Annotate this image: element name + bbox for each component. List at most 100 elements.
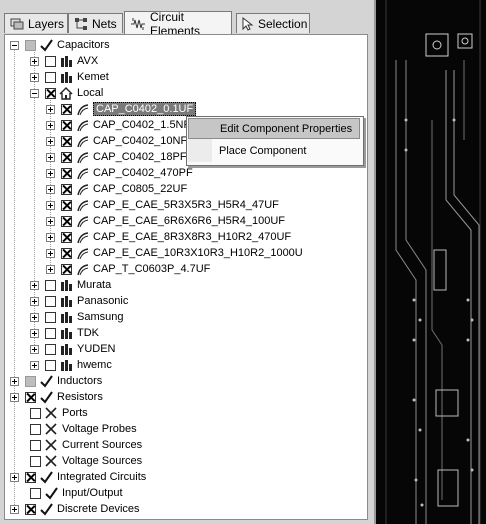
category-checkbox[interactable] <box>25 471 36 483</box>
collapse-toggle[interactable] <box>30 88 39 98</box>
vendor-checkbox[interactable] <box>45 311 56 323</box>
tree-item-inductors[interactable]: Inductors <box>10 373 102 389</box>
pcb-layout-canvas[interactable] <box>374 0 486 524</box>
tree-item-cap[interactable]: CAP_E_CAE_6R6X6R6_H5R4_100UF <box>46 213 285 229</box>
expand-toggle[interactable] <box>30 328 39 338</box>
tree-item-ports[interactable]: Ports <box>24 405 88 421</box>
component-checkbox[interactable] <box>61 215 72 227</box>
local-checkbox[interactable] <box>45 87 56 99</box>
library-icon <box>59 358 73 372</box>
vendor-checkbox[interactable] <box>45 343 56 355</box>
tree-item-discrete-devices[interactable]: Discrete Devices <box>10 501 140 517</box>
library-icon <box>59 310 73 324</box>
vendor-checkbox[interactable] <box>45 295 56 307</box>
expand-toggle[interactable] <box>46 216 55 226</box>
tree-item-cap[interactable]: CAP_E_CAE_5R3X5R3_H5R4_47UF <box>46 197 279 213</box>
component-checkbox[interactable] <box>61 263 72 275</box>
expand-toggle[interactable] <box>30 360 39 370</box>
tree-item-voltage-sources[interactable]: Voltage Sources <box>24 453 142 469</box>
expand-toggle[interactable] <box>30 56 39 66</box>
category-checkbox[interactable] <box>30 423 41 435</box>
expand-toggle[interactable] <box>46 200 55 210</box>
tab-layers[interactable]: Layers <box>4 13 68 33</box>
expand-toggle[interactable] <box>46 248 55 258</box>
category-checkbox[interactable] <box>25 503 36 515</box>
expand-toggle[interactable] <box>46 232 55 242</box>
tree-item-voltage-probes[interactable]: Voltage Probes <box>24 421 137 437</box>
component-checkbox[interactable] <box>61 135 72 147</box>
tree-item-panasonic[interactable]: Panasonic <box>30 293 128 309</box>
component-checkbox[interactable] <box>61 167 72 179</box>
tree-item-label: Panasonic <box>77 295 129 307</box>
tree-item-cap[interactable]: CAP_C0402_470PF <box>46 165 193 181</box>
menu-item-place-component[interactable]: Place Component <box>188 140 360 161</box>
tree-item-label: CAP_E_CAE_10R3X10R3_H10R2_1000U <box>93 247 303 259</box>
tree-item-capacitors[interactable]: Capacitors <box>10 37 110 53</box>
category-checkbox[interactable] <box>30 407 41 419</box>
expand-toggle[interactable] <box>30 344 39 354</box>
category-checkbox[interactable] <box>30 439 41 451</box>
tab-nets[interactable]: Nets <box>68 13 123 33</box>
vendor-checkbox[interactable] <box>45 279 56 291</box>
tree-item-cap[interactable]: CAP_C0402_1.5NF <box>46 117 190 133</box>
menu-item-edit-component-properties[interactable]: Edit Component Properties <box>188 118 360 139</box>
expand-toggle[interactable] <box>46 136 55 146</box>
expand-toggle[interactable] <box>10 376 19 386</box>
expand-toggle[interactable] <box>10 504 19 514</box>
expand-toggle[interactable] <box>46 152 55 162</box>
tree-item-cap[interactable]: CAP_T_C0603P_4.7UF <box>46 261 210 277</box>
tree-item-samsung[interactable]: Samsung <box>30 309 123 325</box>
expand-toggle[interactable] <box>46 264 55 274</box>
cross-icon <box>44 406 58 420</box>
tree-item-hwemc[interactable]: hwemc <box>30 357 112 373</box>
tree-item-cap[interactable]: CAP_E_CAE_8R3X8R3_H10R2_470UF <box>46 229 291 245</box>
category-checkbox[interactable] <box>30 487 41 499</box>
tree-item-cap[interactable]: CAP_E_CAE_10R3X10R3_H10R2_1000U <box>46 245 303 261</box>
component-checkbox[interactable] <box>61 247 72 259</box>
tab-selection[interactable]: Selection <box>236 13 310 33</box>
tree-item-kemet[interactable]: Kemet <box>30 69 109 85</box>
tree-item-input-output[interactable]: Input/Output <box>24 485 123 501</box>
expand-toggle[interactable] <box>46 120 55 130</box>
tree-item-cap[interactable]: CAP_C0402_10NF <box>46 133 187 149</box>
component-checkbox[interactable] <box>61 199 72 211</box>
collapse-toggle[interactable] <box>10 40 19 50</box>
tree-item-yuden[interactable]: YUDEN <box>30 341 116 357</box>
expand-toggle[interactable] <box>30 312 39 322</box>
expand-toggle[interactable] <box>46 184 55 194</box>
component-tree[interactable]: Capacitors AVX Kemet Local CAP_C0402_0.1… <box>4 34 368 520</box>
tree-item-avx[interactable]: AVX <box>30 53 98 69</box>
avx-checkbox[interactable] <box>45 55 56 67</box>
check-icon <box>39 502 53 516</box>
component-checkbox[interactable] <box>61 183 72 195</box>
component-checkbox[interactable] <box>61 231 72 243</box>
vendor-checkbox[interactable] <box>45 327 56 339</box>
tree-item-cap[interactable]: CAP_C0402_0.1UF <box>46 101 197 117</box>
tab-circuit-elements[interactable]: Circuit Elements <box>124 10 232 38</box>
tree-item-cap[interactable]: CAP_C0805_22UF <box>46 181 187 197</box>
expand-toggle[interactable] <box>30 72 39 82</box>
cursor-icon <box>242 16 254 31</box>
tree-item-current-sources[interactable]: Current Sources <box>24 437 142 453</box>
component-checkbox[interactable] <box>61 151 72 163</box>
tree-item-murata[interactable]: Murata <box>30 277 111 293</box>
category-checkbox[interactable] <box>30 455 41 467</box>
tree-item-integrated-circuits[interactable]: Integrated Circuits <box>10 469 146 485</box>
component-checkbox[interactable] <box>61 103 72 115</box>
vendor-checkbox[interactable] <box>45 359 56 371</box>
tree-item-cap[interactable]: CAP_C0402_18PF <box>46 149 187 165</box>
expand-toggle[interactable] <box>10 472 19 482</box>
category-checkbox[interactable] <box>25 391 36 403</box>
expand-toggle[interactable] <box>46 104 55 114</box>
component-checkbox[interactable] <box>61 119 72 131</box>
expand-toggle[interactable] <box>30 296 39 306</box>
tree-item-resistors[interactable]: Resistors <box>10 389 103 405</box>
tree-item-local[interactable]: Local <box>30 85 103 101</box>
expand-toggle[interactable] <box>10 392 19 402</box>
capacitors-checkbox[interactable] <box>25 39 36 51</box>
category-checkbox[interactable] <box>25 375 36 387</box>
kemet-checkbox[interactable] <box>45 71 56 83</box>
tree-item-tdk[interactable]: TDK <box>30 325 99 341</box>
expand-toggle[interactable] <box>30 280 39 290</box>
expand-toggle[interactable] <box>46 168 55 178</box>
